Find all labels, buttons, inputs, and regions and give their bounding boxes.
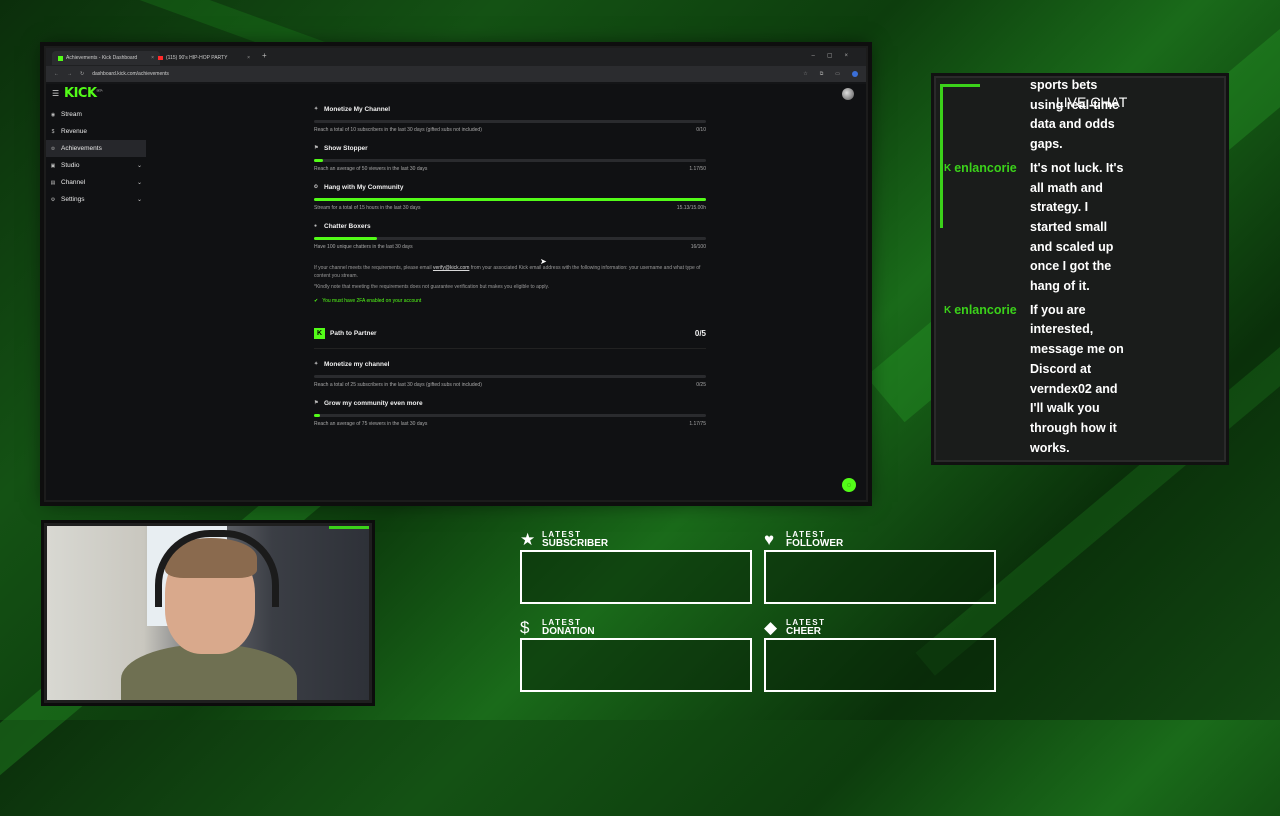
money-icon: ✦ <box>314 106 319 112</box>
reload-icon[interactable]: ↻ <box>80 71 84 77</box>
mouse-cursor-icon: ➤ <box>540 257 547 266</box>
path-to-partner-header: K Path to Partner 0/5 <box>314 326 706 340</box>
kick-badge-icon: K <box>944 304 952 316</box>
achievement-monetize-my-channel-partner: ✦ Monetize my channel Reach a total of 25… <box>314 360 706 388</box>
sidebar-item-studio[interactable]: ▣ Studio ⌄ <box>46 157 146 174</box>
viewers-icon: ⚑ <box>314 400 319 406</box>
latest-donation-box <box>520 638 752 692</box>
latest-donation-widget: $ LATEST DONATION <box>520 618 752 692</box>
sidebar-item-channel[interactable]: ▤ Channel ⌄ <box>46 174 146 191</box>
chat-username: Kenlancorie <box>940 159 1030 297</box>
kick-k-icon: K <box>314 327 325 339</box>
diamond-icon: ◆ <box>764 618 778 637</box>
bookmark-star-icon[interactable]: ☆ <box>803 71 807 77</box>
back-icon[interactable]: ← <box>54 71 59 77</box>
achievement-monetize-my-channel: ✦ Monetize My Channel Reach a total of 10… <box>314 105 706 133</box>
top-nav: ☰ KICKBETA <box>46 84 866 106</box>
dollar-icon: $ <box>51 128 55 135</box>
progress-bar <box>314 198 706 201</box>
forward-icon[interactable]: → <box>67 71 72 77</box>
support-chat-button[interactable]: ◌ <box>842 478 856 492</box>
broadcast-icon: ◉ <box>50 111 56 118</box>
sidebar-item-achievements[interactable]: ♔ Achievements <box>46 140 146 157</box>
latest-subscriber-widget: ★ LATEST SUBSCRIBER <box>520 530 752 604</box>
sidebar-item-revenue[interactable]: $ Revenue <box>46 123 146 140</box>
verification-note: If your channel meets the requirements, … <box>314 265 701 279</box>
chat-text: It's not luck. It's all math and strateg… <box>1030 160 1124 294</box>
achievement-chatter-boxers: ● Chatter Boxers Have 100 unique chatters… <box>314 222 706 250</box>
verify-email-link[interactable]: verify@kick.com <box>433 265 469 271</box>
chat-text: If you are interested, message me on Dis… <box>1030 302 1124 455</box>
avatar[interactable] <box>842 88 854 100</box>
window-controls[interactable]: –▢× <box>811 52 860 59</box>
tab-title: (115) 90's HIP-HOP PARTY <box>166 55 228 61</box>
close-tab-icon[interactable]: × <box>247 55 250 61</box>
tab-title: Achievements - Kick Dashboard <box>66 55 138 61</box>
achievement-grow-community: ⚑ Grow my community even more Reach an av… <box>314 399 706 427</box>
profile-icon[interactable] <box>852 71 858 77</box>
latest-follower-widget: ♥ LATEST FOLLOWER <box>764 530 996 604</box>
chat-message: Kenlancorie If you are interested, messa… <box>940 301 1210 459</box>
kick-favicon-icon <box>58 55 63 61</box>
studio-icon: ▣ <box>50 162 56 169</box>
twofa-status: ✔ You must have 2FA enabled on your acco… <box>314 298 422 304</box>
hours-icon: ⏲ <box>314 184 318 190</box>
toolbar-icons: ☆ ⧉ ▭ <box>803 71 858 77</box>
heart-icon: ♥ <box>764 530 775 549</box>
latest-follower-box <box>764 550 996 604</box>
tab-bar: Achievements - Kick Dashboard × (115) 90… <box>46 48 866 66</box>
latest-cheer-widget: ◆ LATEST CHEER <box>764 618 996 692</box>
tab-kick-dashboard[interactable]: Achievements - Kick Dashboard × <box>52 51 160 65</box>
latest-subscriber-box <box>520 550 752 604</box>
verification-disclaimer: *Kindly note that meeting the requiremen… <box>314 284 550 290</box>
chat-bubble-icon: ● <box>314 223 318 229</box>
viewers-icon: ⚑ <box>314 145 319 151</box>
menu-icon[interactable]: ☰ <box>52 89 59 98</box>
checkmark-icon: ✔ <box>314 298 319 304</box>
new-tab-button[interactable]: + <box>262 51 267 60</box>
achievement-hang-with-community: ⏲ Hang with My Community Stream for a tot… <box>314 183 706 211</box>
latest-cheer-box <box>764 638 996 692</box>
chat-messages: sports bets using real-time data and odd… <box>940 78 1210 459</box>
progress-bar <box>314 120 706 123</box>
sidebar-item-stream[interactable]: ◉ Stream <box>46 106 146 123</box>
star-icon: ★ <box>520 530 536 549</box>
sidebar-item-settings[interactable]: ⚙ Settings ⌄ <box>46 191 146 208</box>
youtube-favicon-icon <box>158 56 163 60</box>
chat-username <box>940 78 1030 155</box>
trophy-icon: ♔ <box>50 145 56 152</box>
progress-bar <box>314 159 706 162</box>
progress-bar <box>314 237 706 240</box>
chat-message: Kenlancorie It's not luck. It's all math… <box>940 159 1210 297</box>
kick-logo[interactable]: KICKBETA <box>64 86 103 101</box>
tab-youtube[interactable]: (115) 90's HIP-HOP PARTY × <box>152 51 256 65</box>
dollar-icon: $ <box>520 618 530 637</box>
browser-window: Achievements - Kick Dashboard × (115) 90… <box>44 46 868 502</box>
money-icon: ✦ <box>314 361 319 367</box>
webcam-feed <box>44 523 372 703</box>
progress-bar <box>314 414 706 417</box>
chevron-down-icon: ⌄ <box>136 163 142 169</box>
extensions-icon[interactable]: ⧉ <box>820 71 824 77</box>
gear-icon: ⚙ <box>50 196 56 203</box>
chevron-down-icon: ⌄ <box>136 180 142 186</box>
chat-message: sports bets using real-time data and odd… <box>940 78 1210 155</box>
kick-badge-icon: K <box>944 162 952 174</box>
achievement-show-stopper: ⚑ Show Stopper Reach an average of 50 vie… <box>314 144 706 172</box>
live-chat-panel: LIVE CHAT sports bets using real-time da… <box>934 76 1226 462</box>
chat-username: Kenlancorie <box>940 301 1030 459</box>
achievements-content: ✦ Monetize My Channel Reach a total of 10… <box>314 104 706 437</box>
chat-text: sports bets using real-time data and odd… <box>1030 78 1119 152</box>
kick-dashboard: ☰ KICKBETA ◉ Stream $ Revenue ♔ Achievem… <box>46 84 866 500</box>
channel-icon: ▤ <box>50 179 56 186</box>
partner-progress-count: 0/5 <box>694 328 706 338</box>
address-bar: ← → ↻ dashboard.kick.com/achievements ☆ … <box>46 66 866 82</box>
sidebar: ◉ Stream $ Revenue ♔ Achievements ▣ Stud… <box>46 106 146 208</box>
cast-icon[interactable]: ▭ <box>835 71 840 77</box>
url-field[interactable]: dashboard.kick.com/achievements <box>92 71 795 77</box>
chevron-down-icon: ⌄ <box>136 197 142 203</box>
progress-bar <box>314 375 706 378</box>
